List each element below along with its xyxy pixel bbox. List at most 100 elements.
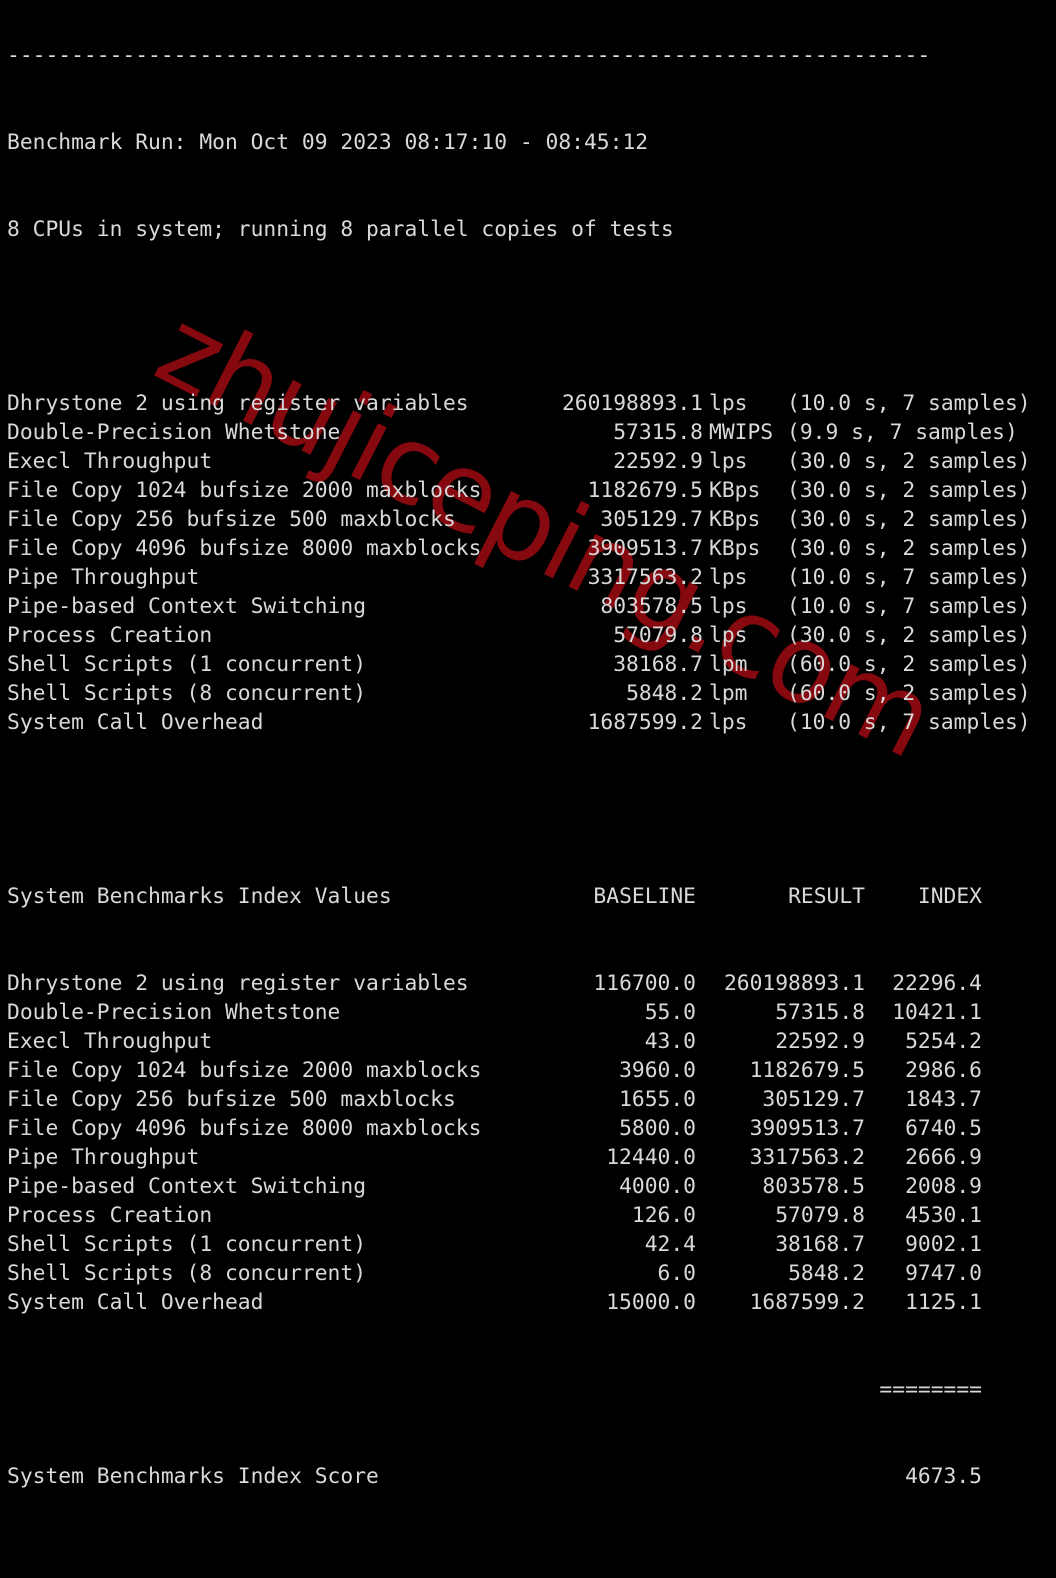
test-value: 3317563.2 <box>587 565 703 590</box>
index-value: 9002.1 <box>905 1232 982 1257</box>
test-unit: KBps <box>709 478 761 503</box>
index-row: Dhrystone 2 using register variables 1167… <box>7 969 982 998</box>
test-value: 1182679.5 <box>587 478 703 503</box>
result-value: 3909513.7 <box>749 1116 865 1141</box>
test-detail: (9.9 s, 7 samples) <box>787 420 1018 445</box>
index-test-name: Shell Scripts (8 concurrent) <box>7 1261 367 1286</box>
test-value: 3909513.7 <box>587 536 703 561</box>
header-result: RESULT <box>788 884 865 909</box>
index-row: File Copy 4096 bufsize 8000 maxblocks 580… <box>7 1114 982 1143</box>
test-name: Pipe Throughput <box>7 565 200 590</box>
result-value: 260198893.1 <box>723 971 865 996</box>
header-index: INDEX <box>917 884 982 909</box>
test-unit: lpm <box>709 681 748 706</box>
result-row: Dhrystone 2 using register variables 2601… <box>7 389 1031 418</box>
test-unit: lps <box>709 623 748 648</box>
index-value: 10421.1 <box>892 1000 982 1025</box>
test-detail: (30.0 s, 2 samples) <box>787 449 1031 474</box>
index-value: 4530.1 <box>905 1203 982 1228</box>
index-test-name: Pipe Throughput <box>7 1145 200 1170</box>
test-value: 5848.2 <box>626 681 703 706</box>
index-row: Shell Scripts (1 concurrent) 42.4 38168.7 9… <box>7 1230 982 1259</box>
result-value: 803578.5 <box>762 1174 865 1199</box>
test-unit: lps <box>709 565 748 590</box>
result-value: 1182679.5 <box>749 1058 865 1083</box>
index-value: 2008.9 <box>905 1174 982 1199</box>
test-name: File Copy 256 bufsize 500 maxblocks <box>7 507 456 532</box>
baseline-value: 1655.0 <box>619 1087 696 1112</box>
result-row: System Call Overhead 1687599.2 lps (10.0 s,… <box>7 708 1031 737</box>
baseline-value: 5800.0 <box>619 1116 696 1141</box>
test-detail: (60.0 s, 2 samples) <box>787 681 1031 706</box>
index-row: System Call Overhead 15000.0 1687599.2 1125… <box>7 1288 982 1317</box>
result-value: 1687599.2 <box>749 1290 865 1315</box>
index-value: 1843.7 <box>905 1087 982 1112</box>
score-row: System Benchmarks Index Score 4673.5 <box>7 1462 982 1491</box>
result-value: 57079.8 <box>775 1203 865 1228</box>
result-row: Pipe Throughput 3317563.2 lps (10.0 s, 7 sa… <box>7 563 1031 592</box>
index-test-name: Double-Precision Whetstone <box>7 1000 341 1025</box>
baseline-value: 43.0 <box>644 1029 696 1054</box>
separator-line: ----------------------------------------… <box>7 43 931 68</box>
index-test-name: Pipe-based Context Switching <box>7 1174 367 1199</box>
test-name: Process Creation <box>7 623 213 648</box>
test-name: Pipe-based Context Switching <box>7 594 367 619</box>
result-row: File Copy 256 bufsize 500 maxblocks 30512… <box>7 505 1031 534</box>
test-name: System Call Overhead <box>7 710 264 735</box>
test-detail: (10.0 s, 7 samples) <box>787 391 1031 416</box>
baseline-value: 116700.0 <box>593 971 696 996</box>
baseline-value: 42.4 <box>644 1232 696 1257</box>
test-unit: MWIPS <box>709 420 774 445</box>
index-value: 6740.5 <box>905 1116 982 1141</box>
baseline-value: 15000.0 <box>606 1290 696 1315</box>
test-detail: (30.0 s, 2 samples) <box>787 478 1031 503</box>
index-row: Process Creation 126.0 57079.8 4530.1 <box>7 1201 982 1230</box>
result-row: Process Creation 57079.8 lps (30.0 s, 2 sam… <box>7 621 1031 650</box>
index-row: File Copy 1024 bufsize 2000 maxblocks 396… <box>7 1056 982 1085</box>
baseline-value: 55.0 <box>644 1000 696 1025</box>
test-value: 57079.8 <box>613 623 703 648</box>
test-name: Execl Throughput <box>7 449 213 474</box>
test-unit: lps <box>709 710 748 735</box>
score-label: System Benchmarks Index Score <box>7 1464 379 1489</box>
index-test-name: File Copy 1024 bufsize 2000 maxblocks <box>7 1058 482 1083</box>
index-value: 22296.4 <box>892 971 982 996</box>
cpu-line: 8 CPUs in system; running 8 parallel cop… <box>7 217 674 242</box>
index-value: 2666.9 <box>905 1145 982 1170</box>
test-name: Dhrystone 2 using register variables <box>7 391 469 416</box>
test-name: Shell Scripts (8 concurrent) <box>7 681 367 706</box>
test-name: File Copy 1024 bufsize 2000 maxblocks <box>7 478 482 503</box>
index-test-name: File Copy 256 bufsize 500 maxblocks <box>7 1087 456 1112</box>
result-row: Pipe-based Context Switching 803578.5 lps (… <box>7 592 1031 621</box>
index-row: Execl Throughput 43.0 22592.9 5254.2 <box>7 1027 982 1056</box>
test-value: 57315.8 <box>613 420 703 445</box>
test-name: Double-Precision Whetstone <box>7 420 341 445</box>
index-header-row: System Benchmarks Index Values BASELINE … <box>7 882 982 911</box>
header-baseline: BASELINE <box>593 884 696 909</box>
result-row: Shell Scripts (1 concurrent) 38168.7 lpm (6… <box>7 650 1031 679</box>
test-value: 803578.5 <box>600 594 703 619</box>
index-row: Shell Scripts (8 concurrent) 6.0 5848.2 974… <box>7 1259 982 1288</box>
result-row: File Copy 1024 bufsize 2000 maxblocks 118… <box>7 476 1031 505</box>
result-row: File Copy 4096 bufsize 8000 maxblocks 390… <box>7 534 1031 563</box>
baseline-value: 6.0 <box>657 1261 696 1286</box>
test-unit: KBps <box>709 507 761 532</box>
result-value: 22592.9 <box>775 1029 865 1054</box>
index-row: File Copy 256 bufsize 500 maxblocks 1655.… <box>7 1085 982 1114</box>
test-detail: (10.0 s, 7 samples) <box>787 710 1031 735</box>
index-value: 9747.0 <box>905 1261 982 1286</box>
test-detail: (30.0 s, 2 samples) <box>787 507 1031 532</box>
index-value: 2986.6 <box>905 1058 982 1083</box>
index-row: Pipe Throughput 12440.0 3317563.2 2666.9 <box>7 1143 982 1172</box>
test-value: 22592.9 <box>613 449 703 474</box>
result-value: 305129.7 <box>762 1087 865 1112</box>
baseline-value: 4000.0 <box>619 1174 696 1199</box>
test-unit: KBps <box>709 536 761 561</box>
index-test-name: File Copy 4096 bufsize 8000 maxblocks <box>7 1116 482 1141</box>
run-header: Benchmark Run: Mon Oct 09 2023 08:17:10 … <box>7 130 649 155</box>
test-unit: lps <box>709 449 748 474</box>
index-title: System Benchmarks Index Values <box>7 884 392 909</box>
baseline-value: 12440.0 <box>606 1145 696 1170</box>
result-value: 5848.2 <box>788 1261 865 1286</box>
test-unit: lps <box>709 391 748 416</box>
